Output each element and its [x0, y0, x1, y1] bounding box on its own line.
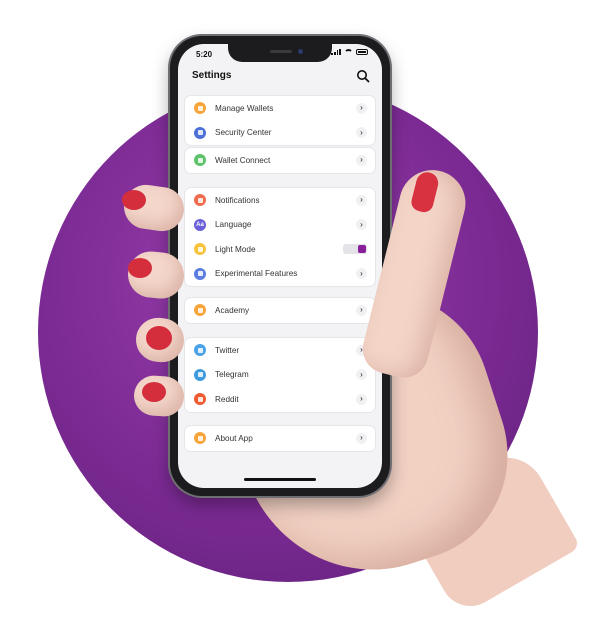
- settings-row-label: Security Center: [215, 128, 272, 138]
- settings-row-label: Reddit: [215, 394, 239, 404]
- notch: [228, 44, 332, 62]
- status-time: 5:20: [196, 50, 213, 59]
- page-title: Settings: [192, 70, 232, 81]
- phone-screen: 5:20 Settings Manage Wallets › Security Ce…: [178, 44, 382, 488]
- settings-row-twitter[interactable]: Twitter ›: [185, 338, 375, 363]
- fingernail-middle: [128, 258, 152, 278]
- settings-row-label: Academy: [215, 305, 250, 315]
- shield-icon: [194, 126, 206, 139]
- fingernail-ring: [146, 326, 172, 350]
- settings-row-label: Light Mode: [215, 244, 256, 254]
- settings-row-experimental-features[interactable]: Experimental Features ›: [185, 262, 375, 287]
- chevron-right-icon[interactable]: ›: [356, 154, 367, 166]
- home-indicator[interactable]: [244, 478, 316, 481]
- system-icons: [331, 49, 368, 55]
- link-icon: [194, 154, 206, 167]
- settings-row-label: Notifications: [215, 195, 260, 205]
- settings-row-reddit[interactable]: Reddit ›: [185, 387, 375, 412]
- flask-icon: [194, 267, 206, 280]
- toggle-knob: [358, 245, 366, 254]
- search-icon[interactable]: [356, 69, 370, 83]
- settings-row-label: Manage Wallets: [215, 103, 274, 113]
- phone-frame: 5:20 Settings Manage Wallets › Security Ce…: [170, 36, 390, 496]
- academy-icon: [194, 304, 206, 317]
- twitter-icon: [194, 344, 206, 357]
- bell-icon: [194, 194, 206, 207]
- telegram-icon: [194, 368, 206, 381]
- chevron-right-icon[interactable]: ›: [356, 194, 367, 206]
- settings-row-language[interactable]: Aa Language ›: [185, 213, 375, 238]
- settings-group: Twitter › Telegram › Reddit ›: [185, 338, 375, 412]
- settings-row-light-mode[interactable]: Light Mode: [185, 237, 375, 262]
- settings-group: Academy ›: [185, 298, 375, 323]
- settings-row-label: Twitter: [215, 345, 240, 355]
- chevron-right-icon[interactable]: ›: [356, 102, 367, 114]
- sun-icon: [194, 243, 206, 256]
- settings-row-security-center[interactable]: Security Center ›: [185, 121, 375, 146]
- settings-group: Manage Wallets › Security Center ›: [185, 96, 375, 145]
- settings-row-label: About App: [215, 433, 253, 443]
- settings-row-label: Experimental Features: [215, 269, 298, 279]
- signal-icon: [331, 49, 341, 55]
- battery-icon: [356, 49, 368, 55]
- settings-row-label: Wallet Connect: [215, 155, 271, 165]
- info-icon: [194, 432, 206, 445]
- settings-row-label: Language: [215, 220, 252, 230]
- front-camera: [298, 49, 303, 54]
- light-mode-toggle[interactable]: [343, 244, 367, 255]
- chevron-right-icon[interactable]: ›: [356, 219, 367, 231]
- settings-row-academy[interactable]: Academy ›: [185, 298, 375, 323]
- settings-row-notifications[interactable]: Notifications ›: [185, 188, 375, 213]
- settings-group: About App ›: [185, 426, 375, 451]
- chevron-right-icon[interactable]: ›: [356, 432, 367, 444]
- chevron-right-icon[interactable]: ›: [356, 369, 367, 381]
- chevron-right-icon[interactable]: ›: [356, 393, 367, 405]
- chevron-right-icon[interactable]: ›: [356, 268, 367, 280]
- settings-row-about-app[interactable]: About App ›: [185, 426, 375, 451]
- language-icon: Aa: [194, 218, 206, 231]
- settings-row-wallet-connect[interactable]: Wallet Connect ›: [185, 148, 375, 173]
- speaker-grille: [270, 50, 292, 53]
- settings-header: Settings: [178, 66, 382, 90]
- settings-row-telegram[interactable]: Telegram ›: [185, 363, 375, 388]
- settings-row-label: Telegram: [215, 370, 249, 380]
- wifi-icon: [344, 49, 353, 55]
- settings-row-manage-wallets[interactable]: Manage Wallets ›: [185, 96, 375, 121]
- fingernail-little: [142, 382, 166, 402]
- reddit-icon: [194, 393, 206, 406]
- chevron-right-icon[interactable]: ›: [356, 304, 367, 316]
- wallet-icon: [194, 102, 206, 115]
- chevron-right-icon[interactable]: ›: [356, 127, 367, 139]
- fingernail-index: [122, 190, 146, 210]
- settings-group: Wallet Connect ›: [185, 148, 375, 173]
- icon-glyph: Aa: [196, 221, 204, 228]
- settings-group: Notifications › Aa Language › Light Mode Exper…: [185, 188, 375, 286]
